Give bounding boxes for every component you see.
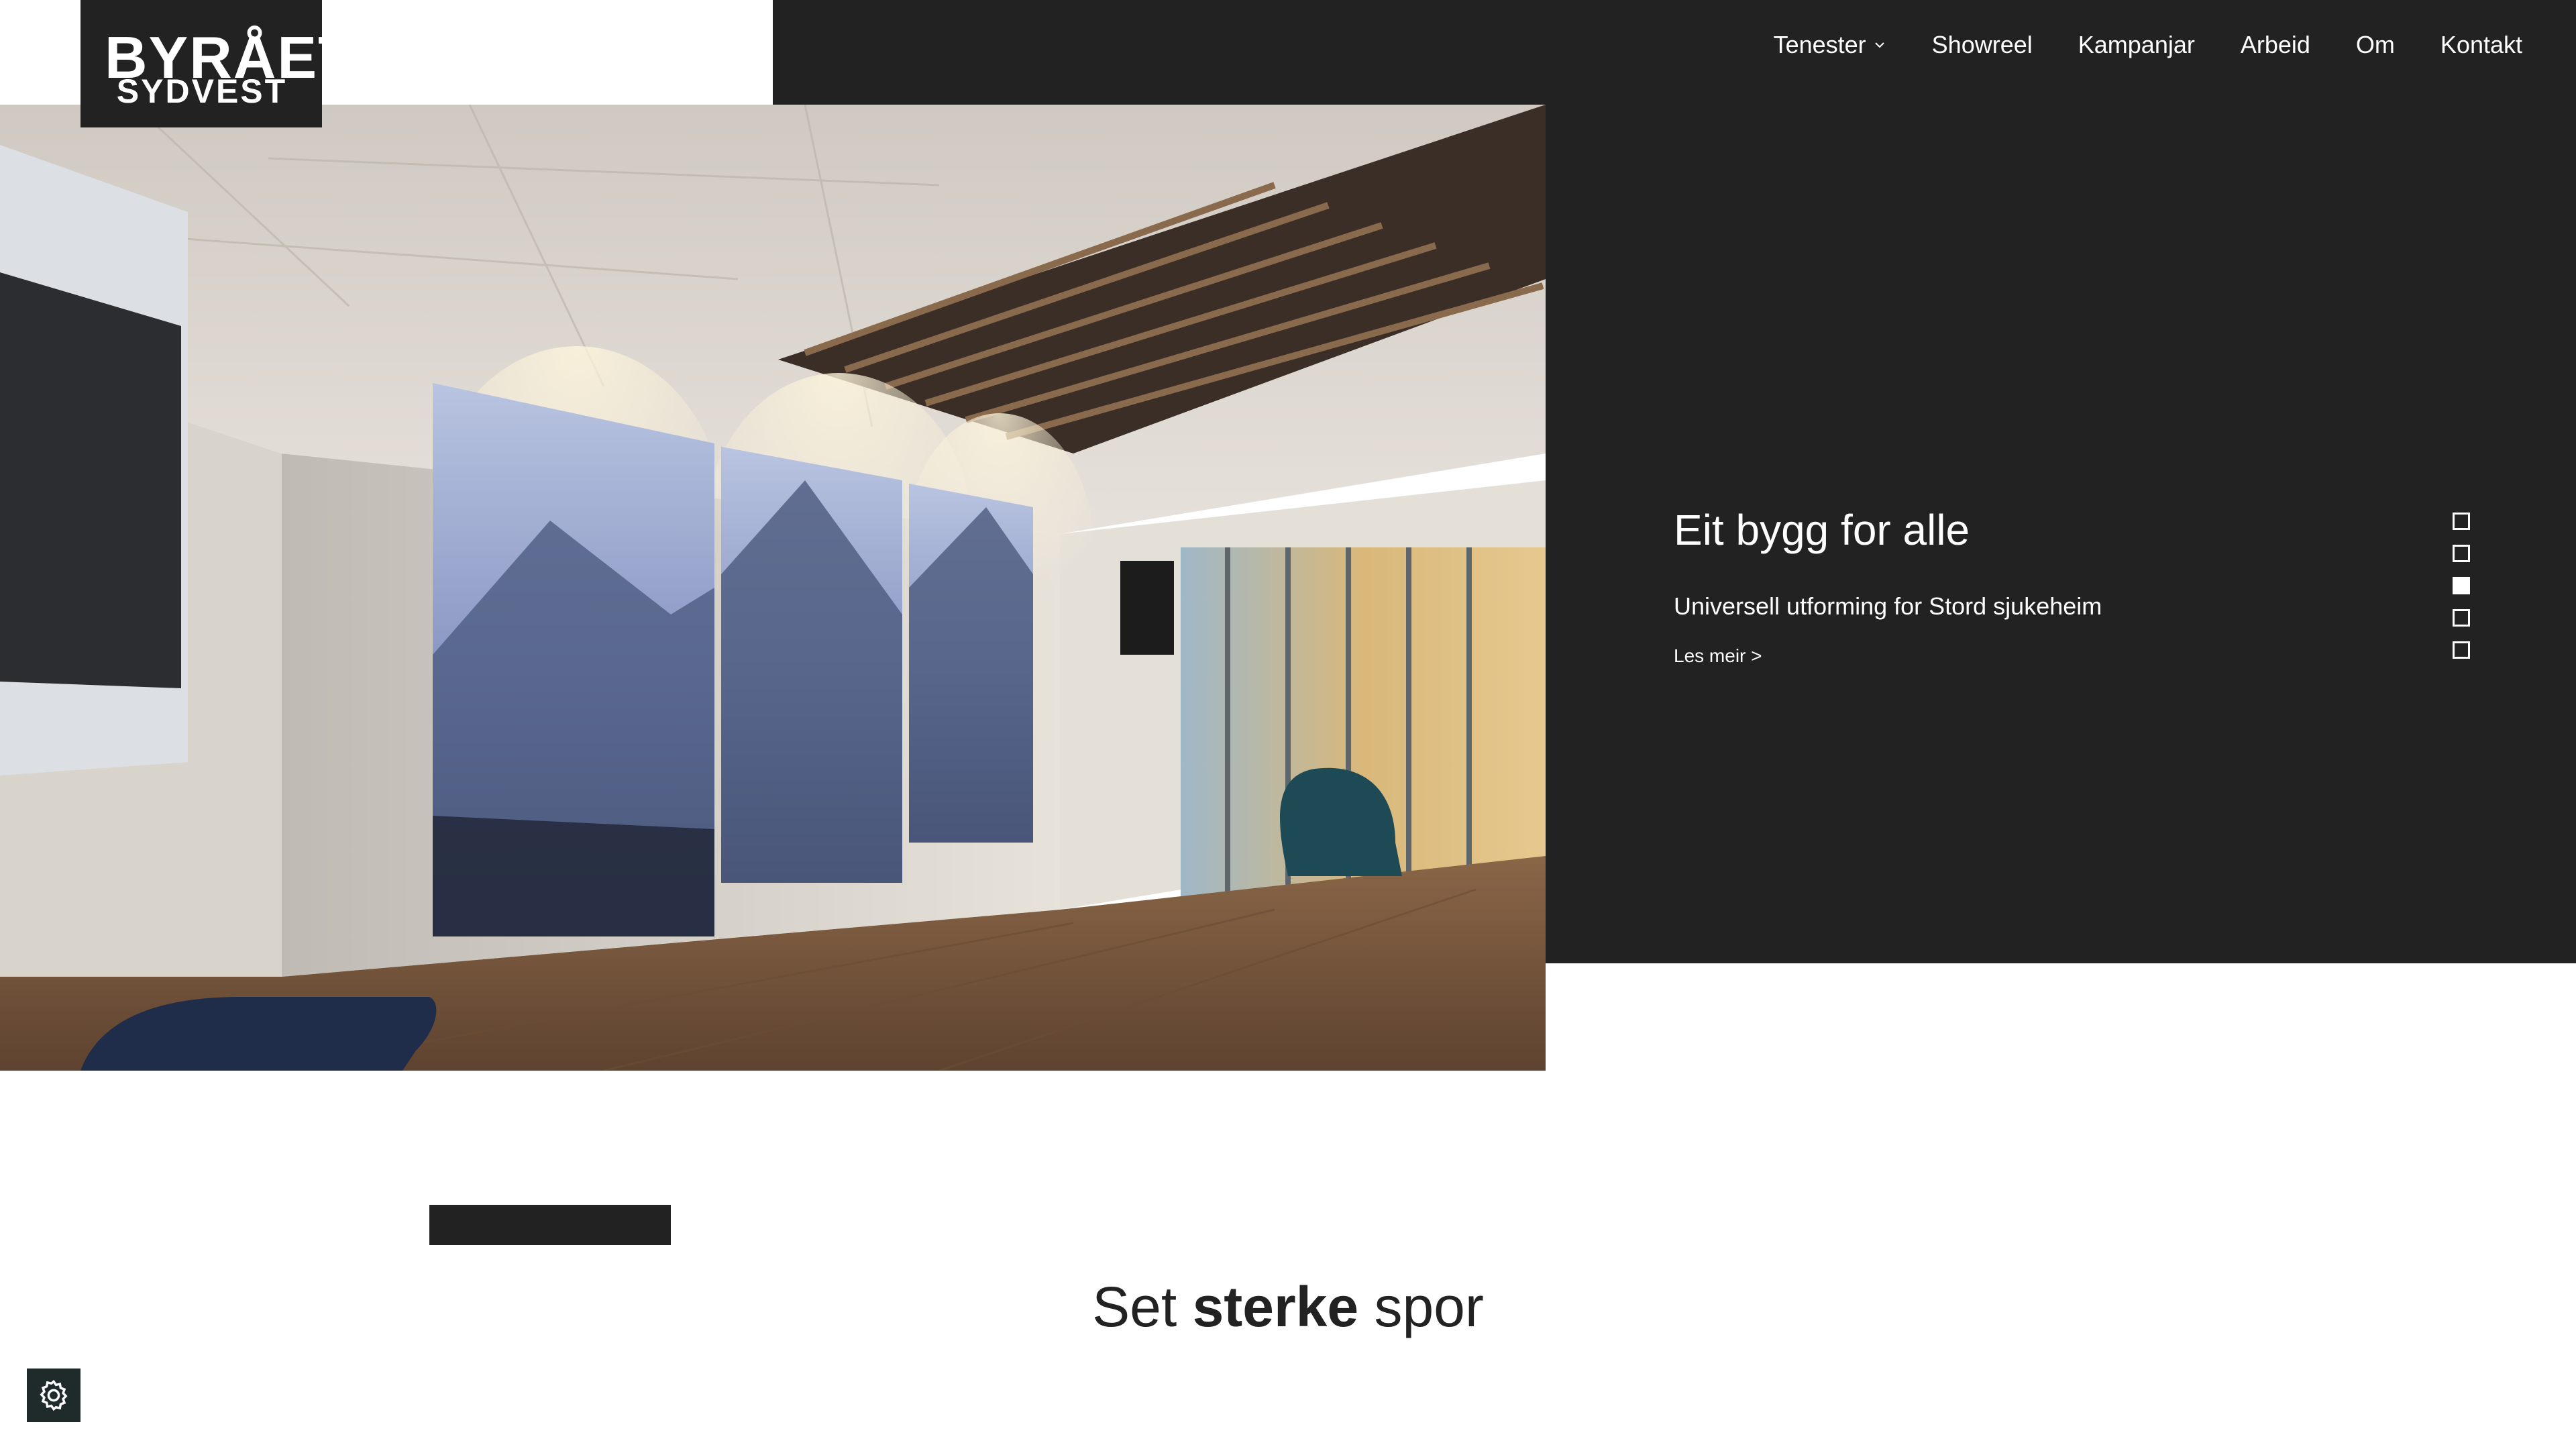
logo-line-2: SYDVEST bbox=[116, 72, 288, 110]
chevron-down-icon bbox=[1874, 42, 1884, 48]
hospital-hallway-illustration bbox=[0, 105, 1546, 1071]
hero-title: Eit bygg for alle bbox=[1674, 506, 1970, 554]
nav-item-label: Arbeid bbox=[2240, 31, 2310, 58]
section-heading: Set sterke spor bbox=[0, 1275, 2576, 1340]
nav-item-label: Om bbox=[2355, 31, 2395, 58]
nav-item-tenester[interactable]: Tenester bbox=[1774, 31, 1886, 59]
nav-item-label: Kampanjar bbox=[2078, 31, 2195, 58]
nav-item-showreel[interactable]: Showreel bbox=[1932, 31, 2033, 59]
nav-item-label: Showreel bbox=[1931, 31, 2033, 58]
gear-icon bbox=[40, 1379, 68, 1411]
hero-image bbox=[0, 105, 1546, 1071]
heading-part-2: spor bbox=[1374, 1275, 1484, 1338]
nav-item-label: Kontakt bbox=[2440, 31, 2522, 58]
hero-subtitle: Universell utforming for Stord sjukeheim bbox=[1674, 592, 2102, 620]
cookie-settings-button[interactable] bbox=[27, 1368, 80, 1422]
slide-indicator-1[interactable] bbox=[2453, 513, 2470, 530]
heading-bold-word: sterke bbox=[1192, 1275, 1359, 1338]
slide-indicator-5[interactable] bbox=[2453, 641, 2470, 659]
decorative-bar bbox=[429, 1205, 671, 1245]
nav-item-arbeid[interactable]: Arbeid bbox=[2241, 31, 2310, 59]
nav-item-kontakt[interactable]: Kontakt bbox=[2440, 31, 2522, 59]
logo[interactable]: BYRÅET SYDVEST bbox=[80, 0, 354, 127]
nav-item-kampanjar[interactable]: Kampanjar bbox=[2078, 31, 2195, 59]
nav-item-om[interactable]: Om bbox=[2356, 31, 2395, 59]
slider-pagination bbox=[2453, 513, 2474, 674]
slide-indicator-3-active[interactable] bbox=[2453, 577, 2470, 594]
slide-indicator-2[interactable] bbox=[2453, 545, 2470, 562]
slide-indicator-4[interactable] bbox=[2453, 609, 2470, 627]
heading-part-1: Set bbox=[1092, 1275, 1177, 1338]
read-more-link[interactable]: Les meir > bbox=[1674, 645, 1762, 667]
main-navigation: Tenester Showreel Kampanjar Arbeid Om Ko… bbox=[1774, 31, 2522, 59]
nav-item-label: Tenester bbox=[1773, 31, 1866, 58]
